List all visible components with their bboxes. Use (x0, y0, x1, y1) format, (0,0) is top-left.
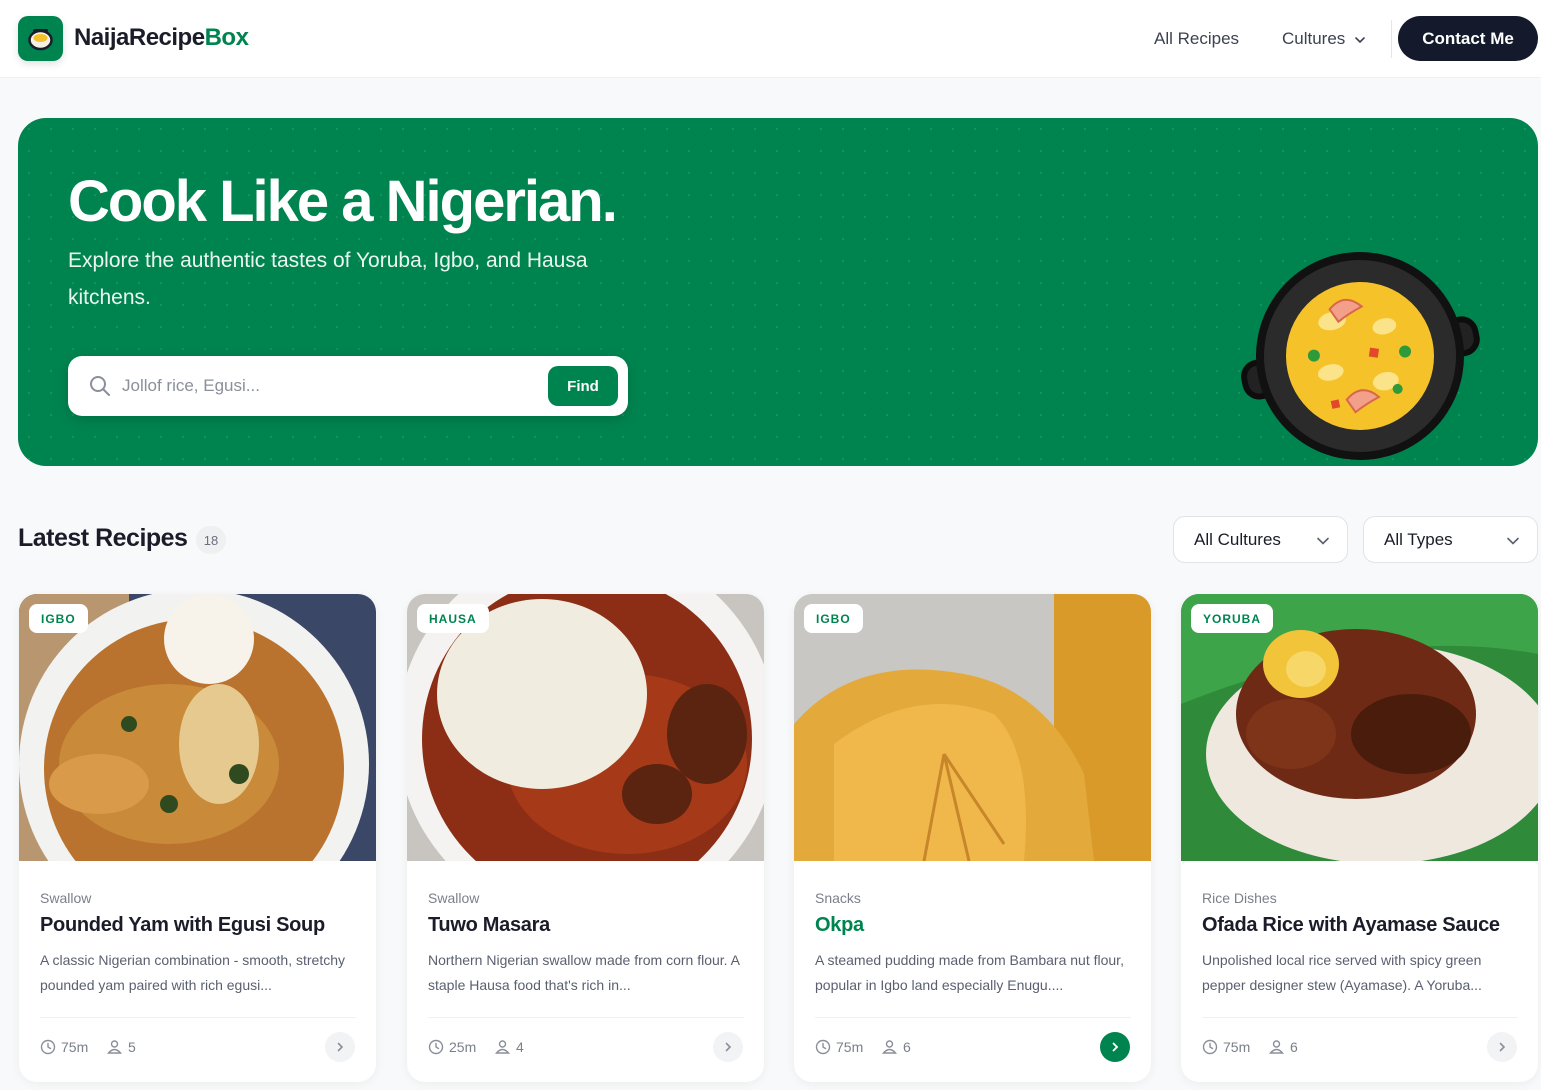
recipe-servings-value: 4 (516, 1039, 524, 1055)
culture-tag: IGBO (29, 604, 88, 633)
chevron-right-icon (1499, 1042, 1506, 1052)
recipe-image: IGBO (794, 594, 1151, 861)
chevron-right-icon (337, 1042, 344, 1052)
recipe-count-badge: 18 (196, 526, 226, 554)
recipe-time: 75m (815, 1039, 863, 1055)
recipe-title[interactable]: Pounded Yam with Egusi Soup (40, 914, 325, 937)
culture-tag: IGBO (804, 604, 863, 633)
recipe-card[interactable]: HAUSA Swallow Tuwo Masara Northern Niger… (407, 594, 764, 1082)
recipe-title[interactable]: Ofada Rice with Ayamase Sauce (1202, 914, 1500, 937)
hero-banner: Cook Like a Nigerian. Explore the authen… (18, 118, 1538, 466)
find-button[interactable]: Find (548, 366, 618, 406)
recipe-time-value: 75m (61, 1039, 89, 1055)
search-bar: Find (68, 356, 628, 416)
clock-icon (40, 1039, 56, 1055)
recipe-description: Unpolished local rice served with spicy … (1202, 952, 1482, 993)
recipe-servings: 5 (106, 1039, 136, 1055)
recipe-card[interactable]: IGBO Snacks Okpa A steamed pudding made … (794, 594, 1151, 1082)
logo-accent-text: Box (204, 24, 249, 51)
recipe-servings-value: 6 (903, 1039, 911, 1055)
recipe-time-value: 25m (449, 1039, 477, 1055)
culture-filter-label: All Cultures (1194, 530, 1281, 549)
hero-subtitle: Explore the authentic tastes of Yoruba, … (68, 249, 588, 309)
culture-tag: HAUSA (417, 604, 489, 633)
recipe-time-value: 75m (1223, 1039, 1251, 1055)
recipe-servings: 4 (494, 1039, 524, 1055)
clock-icon (428, 1039, 444, 1055)
chevron-down-icon (1507, 537, 1519, 545)
open-recipe-button[interactable] (1100, 1032, 1130, 1062)
nav-divider (1391, 20, 1392, 58)
nav-all-recipes[interactable]: All Recipes (1154, 29, 1239, 49)
recipe-time: 25m (428, 1039, 476, 1055)
recipe-card[interactable]: YORUBA Rice Dishes Ofada Rice with Ayama… (1181, 594, 1538, 1082)
recipe-servings: 6 (1268, 1039, 1298, 1055)
logo-icon[interactable] (18, 16, 63, 61)
recipe-category: Rice Dishes (1202, 890, 1277, 906)
section-title: Latest Recipes (18, 524, 188, 552)
recipe-servings-value: 6 (1290, 1039, 1298, 1055)
recipe-time: 75m (1202, 1039, 1250, 1055)
recipe-servings-value: 5 (128, 1039, 136, 1055)
recipe-description: Northern Nigerian swallow made from corn… (428, 952, 740, 993)
chevron-down-icon (1355, 36, 1365, 43)
culture-tag: YORUBA (1191, 604, 1274, 633)
culture-filter-select[interactable]: All Cultures (1173, 516, 1348, 563)
recipe-image: HAUSA (407, 594, 764, 861)
card-divider (40, 1017, 356, 1018)
top-navbar: NaijaRecipeBox All Recipes Cultures Cont… (0, 0, 1541, 78)
type-filter-select[interactable]: All Types (1363, 516, 1538, 563)
nav-cultures[interactable]: Cultures (1282, 29, 1366, 49)
hero-title: Cook Like a Nigerian. (68, 169, 618, 234)
logo-wordmark[interactable]: NaijaRecipeBox (74, 24, 249, 52)
people-icon (1268, 1040, 1285, 1054)
contact-me-button[interactable]: Contact Me (1398, 16, 1538, 61)
open-recipe-button[interactable] (1487, 1032, 1517, 1062)
recipe-servings: 6 (881, 1039, 911, 1055)
recipe-title[interactable]: Tuwo Masara (428, 914, 550, 937)
recipe-title[interactable]: Okpa (815, 914, 864, 937)
clock-icon (815, 1039, 831, 1055)
people-icon (881, 1040, 898, 1054)
people-icon (106, 1040, 123, 1054)
recipe-description: A classic Nigerian combination - smooth,… (40, 952, 346, 993)
recipe-time-value: 75m (836, 1039, 864, 1055)
nav-cultures-label: Cultures (1282, 29, 1346, 48)
card-divider (428, 1017, 744, 1018)
people-icon (494, 1040, 511, 1054)
card-divider (1202, 1017, 1518, 1018)
chevron-right-icon (725, 1042, 732, 1052)
search-icon (90, 376, 110, 396)
recipe-category: Swallow (428, 890, 480, 906)
pot-illustration (1241, 252, 1480, 460)
chevron-right-icon (1112, 1042, 1119, 1052)
recipe-category: Swallow (40, 890, 92, 906)
recipe-time: 75m (40, 1039, 88, 1055)
logo-main-text: NaijaRecipe (74, 24, 205, 51)
clock-icon (1202, 1039, 1218, 1055)
recipe-card[interactable]: IGBO Swallow Pounded Yam with Egusi Soup… (19, 594, 376, 1082)
recipe-image: IGBO (19, 594, 376, 861)
card-divider (815, 1017, 1131, 1018)
open-recipe-button[interactable] (325, 1032, 355, 1062)
search-input[interactable] (122, 370, 532, 402)
recipe-category: Snacks (815, 890, 861, 906)
recipe-image: YORUBA (1181, 594, 1538, 861)
recipe-description: A steamed pudding made from Bambara nut … (815, 952, 1124, 993)
type-filter-label: All Types (1384, 530, 1453, 549)
chevron-down-icon (1317, 537, 1329, 545)
open-recipe-button[interactable] (713, 1032, 743, 1062)
